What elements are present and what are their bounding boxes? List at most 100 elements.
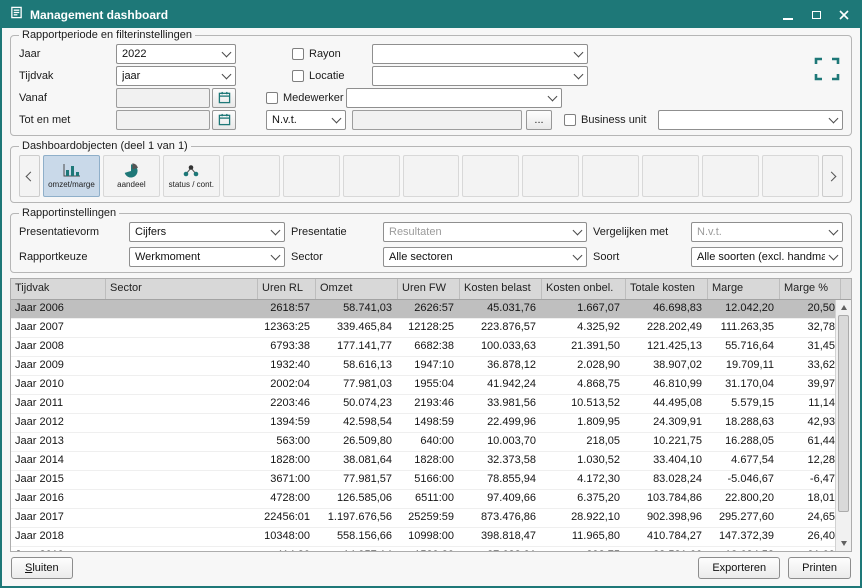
table-row[interactable]: Jaar 20102002:0477.981,031955:0441.942,2… xyxy=(11,376,835,395)
tijdvak-select[interactable]: jaar xyxy=(116,66,236,86)
sector-select[interactable]: Alle sectoren xyxy=(383,247,587,267)
table-cell: 25259:59 xyxy=(398,509,460,527)
table-cell: 5166:00 xyxy=(398,471,460,489)
table-cell: 2618:57 xyxy=(258,300,316,318)
report-settings-legend: Rapportinstellingen xyxy=(19,207,119,219)
sector-label: Sector xyxy=(291,251,377,263)
network-icon xyxy=(182,164,200,178)
table-row[interactable]: Jaar 20164728:00126.585,066511:0097.409,… xyxy=(11,490,835,509)
table-cell: 111.263,35 xyxy=(708,319,780,337)
table-cell: 97.409,66 xyxy=(460,490,542,508)
table-cell: 21.391,50 xyxy=(542,338,626,356)
scrollbar-thumb[interactable] xyxy=(838,315,849,512)
business-unit-checkbox[interactable] xyxy=(564,114,576,126)
table-row[interactable]: Jaar 20062618:5758.741,032626:5745.031,7… xyxy=(11,300,835,319)
table-cell: 42,93 xyxy=(780,414,835,432)
column-header[interactable]: Uren FW xyxy=(398,279,460,299)
table-row[interactable]: Jaar 2013563:0026.509,80640:0010.003,702… xyxy=(11,433,835,452)
table-row[interactable]: Jaar 20153671:0077.981,575166:0078.855,9… xyxy=(11,471,835,490)
results-table: TijdvakSectorUren RLOmzetUren FWKosten b… xyxy=(10,278,852,552)
browse-button[interactable]: ... xyxy=(526,110,552,130)
dashboard-item-status-cont[interactable]: status / cont. xyxy=(163,155,220,197)
table-cell: 61,44 xyxy=(780,433,835,451)
fullscreen-button[interactable] xyxy=(811,55,843,83)
table-row[interactable]: Jaar 20112203:4650.074,232193:4633.981,5… xyxy=(11,395,835,414)
table-cell xyxy=(106,547,258,551)
table-cell: 2193:46 xyxy=(398,395,460,413)
dashboard-scroll-left-button[interactable] xyxy=(19,155,40,197)
chevron-down-icon xyxy=(829,113,839,123)
column-header[interactable]: Kosten belast xyxy=(460,279,542,299)
presentatievorm-select[interactable]: Cijfers xyxy=(129,222,285,242)
column-header[interactable]: Sector xyxy=(106,279,258,299)
triangle-up-icon xyxy=(841,305,847,310)
table-cell: Jaar 2014 xyxy=(11,452,106,470)
table-row[interactable]: Jaar 20091932:4058.616,131947:1036.878,1… xyxy=(11,357,835,376)
dashboard-scroll-right-button[interactable] xyxy=(822,155,843,197)
rayon-select[interactable] xyxy=(372,44,588,64)
table-row[interactable]: Jaar 20141828:0038.081,641828:0032.373,5… xyxy=(11,452,835,471)
table-row[interactable]: Jaar 20121394:5942.598,541498:5922.499,9… xyxy=(11,414,835,433)
dashboard-slot-empty xyxy=(223,155,280,197)
table-row[interactable]: Jaar 201722456:011.197.676,5625259:59873… xyxy=(11,509,835,528)
jaar-select[interactable]: 2022 xyxy=(116,44,236,64)
vanaf-calendar-button[interactable] xyxy=(212,88,236,108)
table-cell: 18.288,63 xyxy=(708,414,780,432)
maximize-button[interactable] xyxy=(808,7,824,23)
sluiten-button[interactable]: Sluiten xyxy=(11,557,73,579)
business-unit-checkbox-group: Business unit xyxy=(564,114,658,126)
tot-en-met-input[interactable] xyxy=(116,110,210,130)
rapportkeuze-select[interactable]: Werkmoment xyxy=(129,247,285,267)
filter-row-tot-en-met: Tot en met N.v.t. ... Business unit xyxy=(19,109,843,130)
column-header[interactable]: Omzet xyxy=(316,279,398,299)
table-cell: 103.784,86 xyxy=(626,490,708,508)
business-unit-select[interactable] xyxy=(658,110,843,130)
rayon-checkbox[interactable] xyxy=(292,48,304,60)
table-cell: 20,50 xyxy=(780,300,835,318)
title-bar[interactable]: Management dashboard xyxy=(2,2,860,28)
dashboard-item-label: omzet/marge xyxy=(48,180,95,189)
tot-en-met-calendar-button[interactable] xyxy=(212,110,236,130)
table-cell: 295.277,60 xyxy=(708,509,780,527)
column-header[interactable]: Marge xyxy=(708,279,780,299)
column-header[interactable]: Kosten onbel. xyxy=(542,279,626,299)
column-header[interactable]: Tijdvak xyxy=(11,279,106,299)
minimize-button[interactable] xyxy=(780,7,796,23)
table-row[interactable]: Jaar 201810348:00558.156,6610998:00398.8… xyxy=(11,528,835,547)
nvt-select[interactable]: N.v.t. xyxy=(266,110,346,130)
table-cell: 31.170,04 xyxy=(708,376,780,394)
soort-select[interactable]: Alle soorten (excl. handmatig xyxy=(691,247,843,267)
close-button[interactable] xyxy=(836,7,852,23)
dashboard-item-omzet-marge[interactable]: omzet/marge xyxy=(43,155,100,197)
table-row[interactable]: Jaar 20086793:38177.141,776682:38100.033… xyxy=(11,338,835,357)
table-cell xyxy=(106,376,258,394)
close-icon xyxy=(839,10,849,20)
rapportkeuze-value: Werkmoment xyxy=(135,251,267,263)
table-row[interactable]: Jaar 200712363:25339.465,8412128:25223.8… xyxy=(11,319,835,338)
calendar-icon xyxy=(218,91,231,104)
soort-value: Alle soorten (excl. handmatig xyxy=(697,251,825,263)
table-cell: 14.957,14 xyxy=(316,547,398,551)
locatie-select[interactable] xyxy=(372,66,588,86)
printen-button[interactable]: Printen xyxy=(788,557,851,579)
column-header[interactable]: Marge % xyxy=(780,279,841,299)
exporteren-button[interactable]: Exporteren xyxy=(698,557,780,579)
table-row[interactable]: Jaar 2019414:3014.957,141589:3027.682,91… xyxy=(11,547,835,551)
filter-extra-input[interactable] xyxy=(352,110,522,130)
chevron-left-icon xyxy=(26,171,36,181)
medewerker-label: Medewerker xyxy=(283,92,344,104)
table-cell xyxy=(106,395,258,413)
scroll-down-button[interactable] xyxy=(836,536,851,551)
medewerker-select[interactable] xyxy=(346,88,562,108)
locatie-checkbox[interactable] xyxy=(292,70,304,82)
column-header[interactable]: Totale kosten xyxy=(626,279,708,299)
scroll-up-button[interactable] xyxy=(836,300,851,315)
medewerker-checkbox[interactable] xyxy=(266,92,278,104)
vanaf-input[interactable] xyxy=(116,88,210,108)
dashboard-item-aandeel[interactable]: aandeel xyxy=(103,155,160,197)
table-cell xyxy=(106,471,258,489)
column-header[interactable]: Uren RL xyxy=(258,279,316,299)
vertical-scrollbar[interactable] xyxy=(835,300,851,551)
table-cell: 26.509,80 xyxy=(316,433,398,451)
table-cell: 6682:38 xyxy=(398,338,460,356)
